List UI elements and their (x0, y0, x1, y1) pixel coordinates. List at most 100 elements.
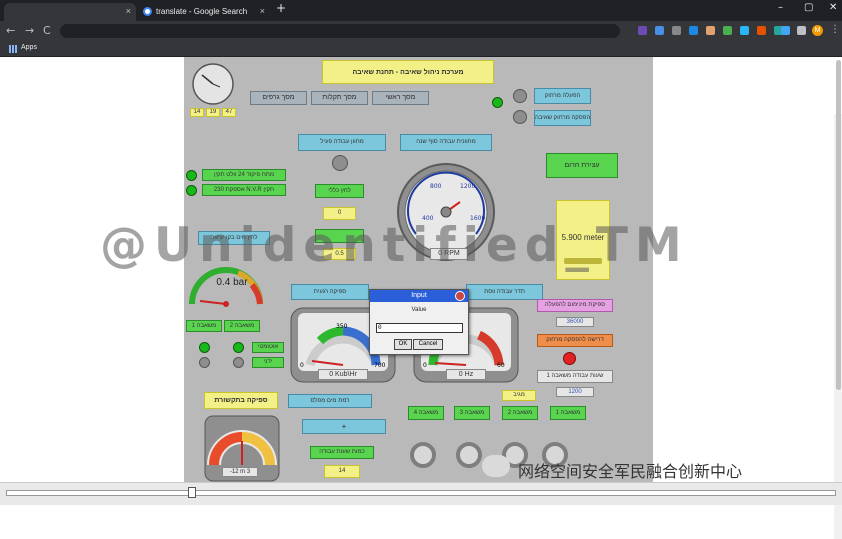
pump-runtime-value[interactable]: 1200 (556, 387, 594, 397)
min-flow-value[interactable]: 36000 (556, 317, 594, 327)
extension-icon[interactable] (689, 26, 698, 35)
input-dialog: Input Value 0 OK Cancel (369, 289, 469, 355)
nav-graphs-button[interactable]: מסך גרפים (250, 91, 307, 105)
google-favicon-icon (143, 7, 152, 16)
tab-title: translate - Google Search (156, 7, 248, 16)
nav-main-button[interactable]: מסך ראשי (372, 91, 429, 105)
pressure-reading: 0.4 bar (216, 277, 248, 288)
status-indicator (492, 97, 503, 108)
apps-bookmark[interactable]: Apps (21, 44, 37, 51)
horizontal-scrollbar[interactable] (6, 490, 836, 496)
mode-indicator (199, 342, 210, 353)
mode-indicator (199, 357, 210, 368)
pump-runtime-label: שעות עבודה משאבה 1 (537, 370, 613, 383)
sensor-status-box: מחוון עבודה פעיל (298, 134, 386, 151)
auto-mode-label[interactable]: אוטומטי (252, 342, 284, 353)
bookmarks-bar: Apps (0, 41, 842, 57)
watermark-text: @Unidentified_TM (100, 218, 689, 273)
wechat-caption: 网络空间安全军民融合创新中心 (518, 462, 743, 481)
profile-avatar[interactable]: M (812, 25, 823, 36)
flow-tick: 0 (300, 362, 304, 369)
nvr-supply-alarm: 230 אספקת N.V.R תקין (202, 184, 286, 196)
alarm-indicator (186, 170, 197, 181)
remote-stop-button[interactable]: הפסקה מרחוק שאיבה (534, 110, 591, 126)
manual-mode-label[interactable]: ידני (252, 357, 284, 368)
flow-tick: 700 (374, 362, 386, 369)
maximize-button[interactable]: ▢ (804, 2, 813, 13)
horizontal-scroll-thumb[interactable] (188, 487, 196, 498)
tab-current[interactable]: × (4, 3, 136, 21)
tab-translate-search[interactable]: translate - Google Search × (138, 3, 270, 21)
yearly-hours-value: 14 (324, 465, 360, 478)
browser-toolbar: ← → C M ⋮ (0, 21, 842, 41)
water-level-button[interactable]: רמת מים מפלס (288, 394, 372, 408)
yearly-hours-label: כמות שעות עבודה (310, 446, 374, 459)
browser-tab-strip: × translate - Google Search × + – ▢ ✕ (0, 0, 842, 21)
nav-faults-button[interactable]: מסך תקלות (311, 91, 368, 105)
forward-button[interactable]: → (25, 24, 34, 37)
pump1-button[interactable]: משאבה 1 (550, 406, 586, 420)
work-status-box: מחוונית עבודה סוף שנה (400, 134, 492, 151)
close-tab-icon[interactable]: × (126, 6, 131, 16)
address-bar[interactable] (60, 24, 620, 38)
alarm-indicator (186, 185, 197, 196)
freq-work-box: תדר עבודה ווסת (466, 284, 543, 300)
pump2-button[interactable]: משאבה 2 (502, 406, 538, 420)
apps-grid-icon[interactable] (9, 45, 17, 53)
freq-tick: 60 (497, 362, 505, 369)
extension-icon[interactable] (723, 26, 732, 35)
clock-seconds: 47 (222, 108, 236, 117)
extension-icon[interactable] (655, 26, 664, 35)
status-indicator (513, 110, 527, 124)
pump-status-label: מגיב (502, 390, 536, 401)
freq-readout: 0 Hz (446, 369, 486, 380)
mode-indicator (233, 342, 244, 353)
remote-start-button[interactable]: הפעלה מרחוק (534, 88, 591, 104)
wechat-logo-icon (482, 455, 510, 477)
extension-icon[interactable] (638, 26, 647, 35)
flow-readout: 0 Kub\Hr (318, 369, 368, 380)
dialog-ok-button[interactable]: OK (394, 339, 412, 350)
pump3-button[interactable]: משאבה 3 (454, 406, 490, 420)
page-title: מערכת ניהול שאיבה - תחנת שאיבה (322, 60, 494, 84)
freq-title-box: ספיקה רגעית (291, 284, 369, 300)
dialog-cancel-button[interactable]: Cancel (413, 339, 443, 350)
control-voltage-alarm: מתח פיקוד 24 וולט תקין (202, 169, 286, 181)
extensions-puzzle-icon[interactable] (797, 26, 806, 35)
dialog-close-icon[interactable] (455, 291, 465, 301)
pump-icon (410, 442, 436, 468)
dialog-title: Input (370, 290, 468, 302)
remote-stop-request: דרישה להפסקה מרחוק (537, 334, 613, 347)
alarm-red-indicator (563, 352, 576, 365)
minimize-button[interactable]: – (778, 2, 783, 13)
close-tab-icon[interactable]: × (260, 6, 265, 16)
min-flow-label: ספיקת מינימום להפעלה (537, 299, 613, 312)
extension-icon[interactable] (781, 26, 790, 35)
clock-hours: 14 (190, 108, 204, 117)
back-button[interactable]: ← (6, 24, 15, 37)
new-tab-button[interactable]: + (276, 1, 286, 15)
indicator-light (332, 155, 348, 171)
pump2-select[interactable]: משאבה 2 (224, 320, 260, 332)
extension-icon[interactable] (706, 26, 715, 35)
mode-indicator (233, 357, 244, 368)
pump4-button[interactable]: משאבה 4 (408, 406, 444, 420)
close-window-button[interactable]: ✕ (829, 2, 837, 13)
status-indicator (513, 89, 527, 103)
increment-button[interactable]: + (302, 419, 386, 434)
vertical-scroll-thumb[interactable] (836, 60, 841, 390)
flow-tick: 350 (336, 323, 348, 330)
extension-icon[interactable] (757, 26, 766, 35)
dialog-value-input[interactable]: 0 (376, 323, 463, 333)
reload-button[interactable]: C (43, 24, 51, 37)
clock-minutes: 19 (206, 108, 220, 117)
tank-gauge-readout: -12 m 3 (222, 467, 258, 477)
emergency-stop-button[interactable]: עצירת חרום (546, 153, 618, 178)
pump1-select[interactable]: משאבה 1 (186, 320, 222, 332)
dialog-value-label: Value (411, 307, 427, 313)
general-pressure-label: לחץ כללי (315, 184, 364, 198)
extension-icon[interactable] (740, 26, 749, 35)
extension-icon[interactable] (672, 26, 681, 35)
rpm-tick: 1200 (460, 183, 475, 190)
menu-kebab-icon[interactable]: ⋮ (830, 24, 840, 35)
